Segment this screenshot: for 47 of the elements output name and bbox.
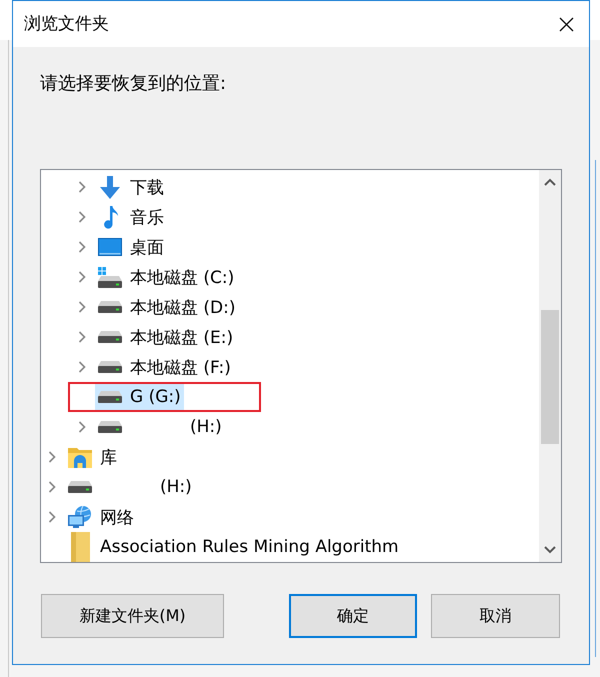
tree-item[interactable]: G (G:) <box>95 383 184 411</box>
new-folder-button[interactable]: 新建文件夹(M) <box>41 594 224 638</box>
tree-item[interactable]: Association Rules Mining Algorithm <box>65 533 402 561</box>
tree-item[interactable]: 音乐 <box>95 203 167 231</box>
window-title: 浏览文件夹 <box>24 13 109 35</box>
expand-chevron-icon[interactable] <box>48 511 56 523</box>
scrollbar-thumb[interactable] <box>541 310 559 444</box>
expand-chevron-icon[interactable] <box>78 361 86 373</box>
music-note-icon <box>102 206 118 228</box>
tree-item[interactable]: 本地磁盘 (E:) <box>95 323 236 351</box>
expand-chevron-icon[interactable] <box>78 271 86 283</box>
tree-item[interactable]: 本地磁盘 (F:) <box>95 353 234 381</box>
scrollbar[interactable] <box>539 170 561 562</box>
network-computer-icon <box>68 506 92 528</box>
download-arrow-icon <box>100 176 120 198</box>
library-folder-icon <box>68 446 92 468</box>
caret-down-icon <box>544 546 556 554</box>
expand-chevron-icon[interactable] <box>78 241 86 253</box>
folder-icon <box>70 532 90 562</box>
expand-chevron-icon[interactable] <box>78 181 86 193</box>
expand-chevron-icon[interactable] <box>78 211 86 223</box>
tree-item[interactable]: 库 <box>65 443 120 471</box>
tree-item[interactable]: 下载 <box>95 173 167 201</box>
expand-chevron-icon[interactable] <box>78 301 86 313</box>
tree-item[interactable]: 本地磁盘 (C:) <box>95 263 238 291</box>
expand-chevron-icon[interactable] <box>48 481 56 493</box>
drive-icon <box>98 361 122 373</box>
expand-chevron-icon[interactable] <box>78 331 86 343</box>
expand-chevron-icon[interactable] <box>48 451 56 463</box>
tree-item[interactable]: 网络 <box>65 503 137 531</box>
windows-drive-icon <box>98 266 122 288</box>
drive-icon <box>98 331 122 343</box>
drive-icon <box>98 301 122 313</box>
expand-chevron-icon[interactable] <box>78 421 86 433</box>
tree-item[interactable]: 桌面 <box>95 233 167 261</box>
drive-icon <box>98 421 122 433</box>
tree-item[interactable]: (H:) <box>95 413 225 441</box>
caret-up-icon <box>544 178 556 186</box>
prompt-text: 请选择要恢复到的位置: <box>40 73 226 95</box>
drive-icon <box>98 391 122 403</box>
drive-icon <box>68 481 92 493</box>
tree-item[interactable]: (H:) <box>65 473 195 501</box>
desktop-monitor-icon <box>98 238 122 256</box>
cancel-button[interactable]: 取消 <box>431 594 560 638</box>
ok-button[interactable]: 确定 <box>289 594 417 638</box>
close-icon <box>558 16 574 32</box>
tree-item[interactable]: 本地磁盘 (D:) <box>95 293 238 321</box>
